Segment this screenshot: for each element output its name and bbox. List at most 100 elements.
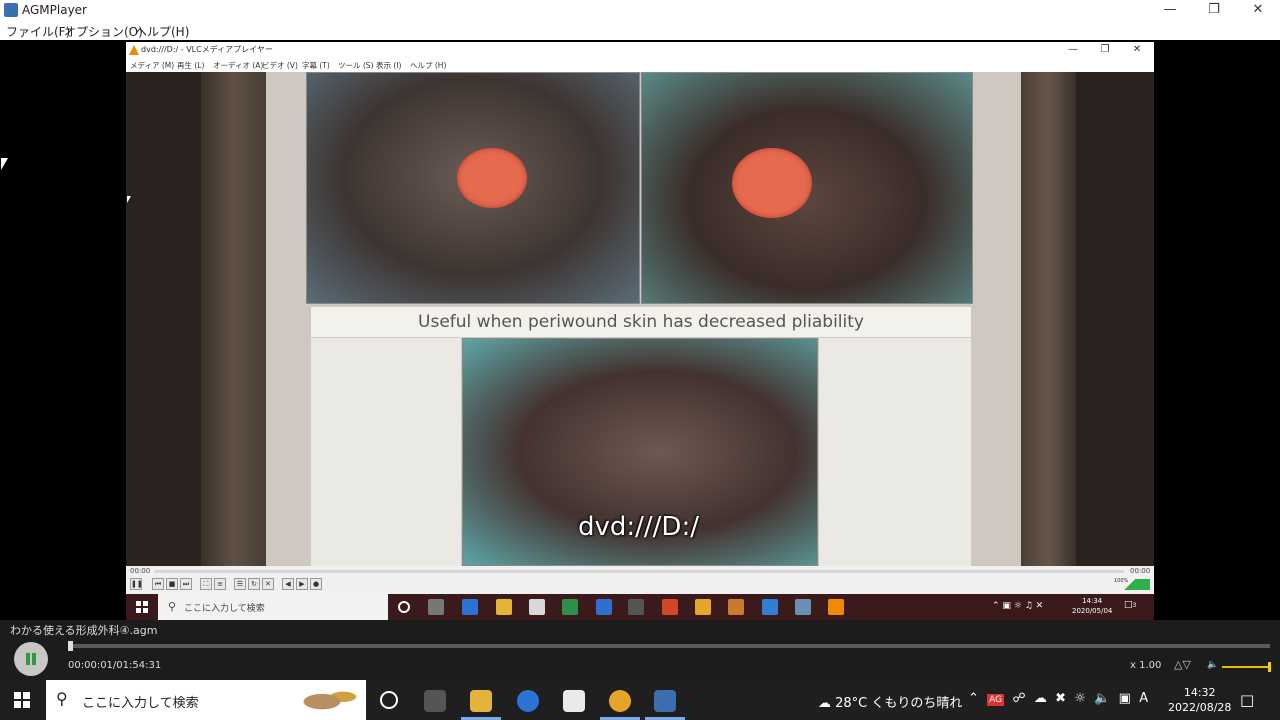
recorded-search-icon: ⚲ bbox=[168, 600, 177, 613]
task-view-icon[interactable] bbox=[424, 690, 446, 712]
taskbar-clock[interactable]: 14:32 2022/08/28 bbox=[1168, 685, 1231, 715]
recorded-tray-icons: ⌃ ▣ ☼ ♫ ✕ bbox=[992, 601, 1044, 611]
agm-speed-display: x 1.00 bbox=[1130, 660, 1162, 671]
recorded-excel-icon bbox=[562, 599, 578, 615]
recorded-explorer-icon bbox=[496, 599, 512, 615]
recorded-vlc-icon bbox=[828, 599, 844, 615]
recorded-notification-icon: □3 bbox=[1124, 600, 1137, 610]
vlc-playlist-icon: ☰ bbox=[234, 578, 246, 590]
agm-player-icon[interactable] bbox=[654, 690, 676, 712]
vlc-time-total: 00:00 bbox=[1130, 567, 1151, 575]
app-icon[interactable] bbox=[563, 690, 585, 712]
wound-area bbox=[732, 148, 812, 218]
pause-button[interactable] bbox=[14, 642, 48, 676]
menu-file[interactable]: ファイル(F) bbox=[6, 23, 70, 40]
slide-blank-pane bbox=[819, 338, 971, 566]
vlc-next-icon: ⏭ bbox=[180, 578, 192, 590]
recorded-photos-icon bbox=[795, 599, 811, 615]
vlc-fullscreen-icon: ⛶ bbox=[200, 578, 212, 590]
agm-filename: わかる使える形成外科④.agm bbox=[10, 624, 158, 637]
chrome-icon[interactable] bbox=[609, 690, 631, 712]
mouse-cursor bbox=[1, 158, 8, 170]
recorded-search-box: ⚲ ここに入力して検索 bbox=[158, 594, 388, 620]
restore-button[interactable]: ❐ bbox=[1192, 0, 1236, 20]
speed-adjust-icon[interactable]: △▽ bbox=[1174, 658, 1191, 671]
surgical-photo bbox=[641, 72, 973, 304]
video-frame: Useful when periwound skin has decreased… bbox=[126, 72, 1154, 566]
volume-icon[interactable]: 🔈 bbox=[1207, 660, 1218, 670]
vlc-shuffle-icon: ✕ bbox=[262, 578, 274, 590]
browser-icon[interactable] bbox=[517, 690, 539, 712]
agm-seek-thumb[interactable] bbox=[68, 641, 73, 651]
taskbar-search-box[interactable]: ⚲ ここに入力して検索 bbox=[46, 680, 366, 720]
vlc-frame-prev-icon: ◀ bbox=[282, 578, 294, 590]
volume-slider[interactable] bbox=[1222, 662, 1271, 672]
recorded-agm-icon bbox=[628, 599, 644, 615]
recorded-windows-start-icon bbox=[136, 601, 148, 613]
pause-icon bbox=[26, 653, 30, 665]
recorded-taskview-icon bbox=[428, 599, 444, 615]
video-stage[interactable]: dvd:///D:/ - VLCメディアプレイヤー — ❐ ✕ メディア (M)… bbox=[0, 40, 1280, 620]
vlc-pause-icon: ❚❚ bbox=[130, 578, 143, 590]
vlc-volume-label: 100% bbox=[1114, 578, 1129, 584]
recorded-mail-icon bbox=[762, 599, 778, 615]
mouse-cursor-small bbox=[127, 196, 131, 203]
slide-blank-pane bbox=[311, 338, 461, 566]
agm-control-bar: わかる使える形成外科④.agm 00:00:01/01:54:31 x 1.00… bbox=[0, 620, 1280, 680]
recorded-clock: 14:34 2020/05/04 bbox=[1072, 597, 1113, 615]
windows-taskbar: ⚲ ここに入力して検索 ☁ 28°C くもりのち晴れ ⌃ AG ☍ ☁ ✖ ☼ … bbox=[0, 680, 1280, 720]
agm-title: AGMPlayer bbox=[22, 3, 87, 17]
vlc-record-icon: ● bbox=[310, 578, 322, 590]
vlc-minimize-icon: — bbox=[1068, 44, 1078, 55]
vlc-osd-text: dvd:///D:/ bbox=[578, 512, 699, 542]
weather-widget[interactable]: ☁ 28°C くもりのち晴れ bbox=[818, 692, 962, 711]
agm-menubar: ファイル(F) オプション(O) ヘルプ(H) bbox=[0, 20, 1280, 40]
notification-icon[interactable]: □ bbox=[1240, 691, 1254, 709]
recorded-store-icon bbox=[529, 599, 545, 615]
vlc-window-recording: dvd:///D:/ - VLCメディアプレイヤー — ❐ ✕ メディア (M)… bbox=[126, 42, 1154, 620]
search-icon: ⚲ bbox=[56, 689, 68, 708]
recorded-briefcase-icon bbox=[728, 599, 744, 615]
wound-area bbox=[457, 148, 527, 208]
windows-start-icon[interactable] bbox=[14, 692, 30, 708]
vlc-menu-item: 字幕 (T) bbox=[302, 61, 330, 70]
menu-options[interactable]: オプション(O) bbox=[64, 23, 143, 40]
recorded-powerpoint-icon bbox=[662, 599, 678, 615]
recorded-edge-icon bbox=[462, 599, 478, 615]
vlc-menu-item: ヘルプ (H) bbox=[410, 61, 447, 70]
vlc-seek-bar bbox=[154, 570, 1124, 573]
vlc-menu-item: ツール (S) bbox=[338, 61, 374, 70]
taskbar-search-text: ここに入力して検索 bbox=[82, 696, 199, 711]
vlc-menubar: メディア (M) 再生 (L) オーディオ (A) ビデオ (V) 字幕 (T)… bbox=[126, 58, 1154, 72]
vlc-controls: 00:00 00:00 ❚❚ ⏮ ■ ⏭ ⛶ ≡ ☰ ↻ ✕ ◀ ▶ ● 100… bbox=[126, 566, 1154, 594]
vlc-menu-item: 再生 (L) bbox=[177, 61, 205, 70]
agm-time-display: 00:00:01/01:54:31 bbox=[68, 660, 162, 671]
agm-titlebar: AGMPlayer — ❐ ✕ bbox=[0, 0, 1280, 20]
search-highlight-bird-image bbox=[294, 684, 364, 716]
cortana-icon[interactable] bbox=[380, 691, 398, 709]
menu-help[interactable]: ヘルプ(H) bbox=[135, 23, 189, 40]
vlc-close-icon: ✕ bbox=[1132, 44, 1142, 55]
recorded-cortana-icon bbox=[398, 601, 410, 613]
recorded-info-icon bbox=[596, 599, 612, 615]
vlc-stop-icon: ■ bbox=[166, 578, 178, 590]
vlc-menu-item: ビデオ (V) bbox=[262, 61, 298, 70]
agm-seek-bar[interactable] bbox=[68, 641, 1270, 651]
volume-slider-knob[interactable] bbox=[1268, 662, 1271, 672]
close-button[interactable]: ✕ bbox=[1236, 0, 1280, 20]
vlc-time-elapsed: 00:00 bbox=[130, 567, 151, 575]
stage-curtain bbox=[1021, 72, 1076, 566]
slide-caption: Useful when periwound skin has decreased… bbox=[311, 307, 971, 337]
recorded-taskbar: ⚲ ここに入力して検索 ⌃ ▣ ☼ ♫ ✕ 14:34 2020/05/04 □… bbox=[126, 594, 1154, 620]
stage-curtain bbox=[201, 72, 266, 566]
system-tray-icons[interactable]: ⌃ AG ☍ ☁ ✖ ☼ 🔈 ▣ A bbox=[968, 691, 1148, 706]
vlc-prev-icon: ⏮ bbox=[152, 578, 164, 590]
surgical-photo bbox=[306, 72, 640, 304]
recorded-chrome-icon bbox=[695, 599, 711, 615]
minimize-button[interactable]: — bbox=[1148, 0, 1192, 20]
vlc-title: dvd:///D:/ - VLCメディアプレイヤー bbox=[141, 45, 273, 54]
file-explorer-icon[interactable] bbox=[470, 690, 492, 712]
vlc-menu-item: メディア (M) bbox=[130, 61, 175, 70]
vlc-menu-item: オーディオ (A) bbox=[213, 61, 264, 70]
vlc-titlebar: dvd:///D:/ - VLCメディアプレイヤー — ❐ ✕ bbox=[126, 42, 1154, 58]
